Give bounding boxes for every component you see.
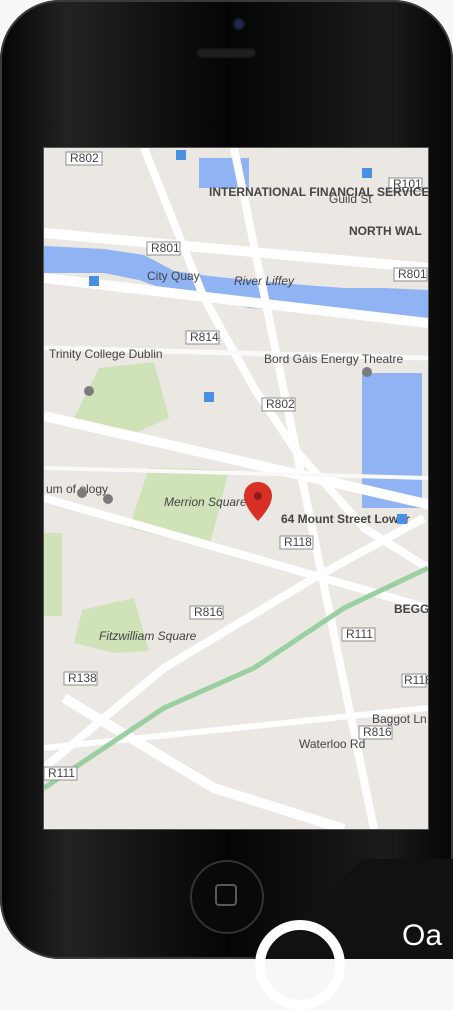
place-label-museum: um of ology: [46, 482, 108, 496]
place-label-river-liffey: River Liffey: [234, 274, 295, 288]
place-label-begg: BEGG: [394, 602, 428, 616]
bus-stop-icon: [89, 276, 99, 286]
theatre-icon: [362, 367, 372, 377]
road-label-r801-left: R801: [146, 241, 181, 256]
road-label-text: R802: [70, 151, 99, 165]
road-label-text: R801: [151, 241, 180, 255]
place-label-north-wall: NORTH WAL: [349, 224, 422, 238]
home-square-icon: [215, 884, 237, 906]
road-label-r814: R814: [185, 330, 220, 345]
place-label-guild-st: Guild St: [329, 192, 372, 206]
front-camera: [233, 18, 245, 30]
landmark-icon: [103, 494, 113, 504]
road-label-text: R118: [284, 535, 312, 549]
bus-stop-icon: [362, 168, 372, 178]
road-label-r118-center: R118: [279, 535, 314, 550]
road-label-text: R814: [190, 330, 219, 344]
bus-stop-icon: [397, 514, 407, 524]
corner-logo: [255, 920, 345, 1010]
road-label-r802-top: R802: [65, 151, 103, 166]
road-label-r118-right: R118: [401, 673, 428, 688]
road-label-text: R802: [266, 397, 295, 411]
road-label-text: R801: [398, 267, 427, 281]
place-label-trinity: Trinity College Dublin: [49, 347, 163, 361]
phone-frame: R802 R101 R801 R801 R814 R802 R118 R816 …: [0, 0, 453, 959]
place-label-address: 64 Mount Street Lower: [281, 512, 410, 526]
place-label-city-quay: City Quay: [147, 269, 200, 283]
landmark-icon: [84, 386, 94, 396]
road-label-r111-right: R111: [341, 627, 376, 642]
park-left: [44, 533, 62, 616]
bus-stop-icon: [176, 150, 186, 160]
place-label-baggot-ln: Baggot Ln: [372, 712, 427, 726]
road-label-r802-mid: R802: [261, 397, 296, 412]
road-label-r801-right: R801: [393, 267, 428, 282]
road-label-text: R111: [48, 766, 75, 780]
road-label-text: R118: [404, 673, 428, 687]
map-screen[interactable]: R802 R101 R801 R801 R814 R802 R118 R816 …: [43, 147, 429, 830]
road-label-text: R111: [346, 627, 373, 641]
road-label-text: R138: [68, 671, 97, 685]
road-label-text: R816: [194, 605, 223, 619]
museum-icon: [77, 488, 87, 498]
road-label-text: R816: [363, 725, 392, 739]
earpiece-speaker: [196, 48, 256, 58]
place-label-bord-gais: Bord Gáis Energy Theatre: [264, 352, 404, 366]
bus-stop-icon: [204, 392, 214, 402]
place-label-ifsc: INTERNATIONAL FINANCIAL SERVICES CENTRE: [209, 185, 428, 199]
road-label-r816-center: R816: [189, 605, 224, 620]
map-canvas[interactable]: R802 R101 R801 R801 R814 R802 R118 R816 …: [44, 148, 428, 829]
place-label-merrion: Merrion Square: [164, 495, 247, 509]
place-label-fitzwilliam: Fitzwilliam Square: [99, 629, 197, 643]
road-label-r138: R138: [63, 671, 98, 686]
road-label-r111-left: R111: [44, 766, 78, 781]
place-label-waterloo: Waterloo Rd: [299, 737, 365, 751]
banner-text: Oa: [402, 919, 443, 952]
